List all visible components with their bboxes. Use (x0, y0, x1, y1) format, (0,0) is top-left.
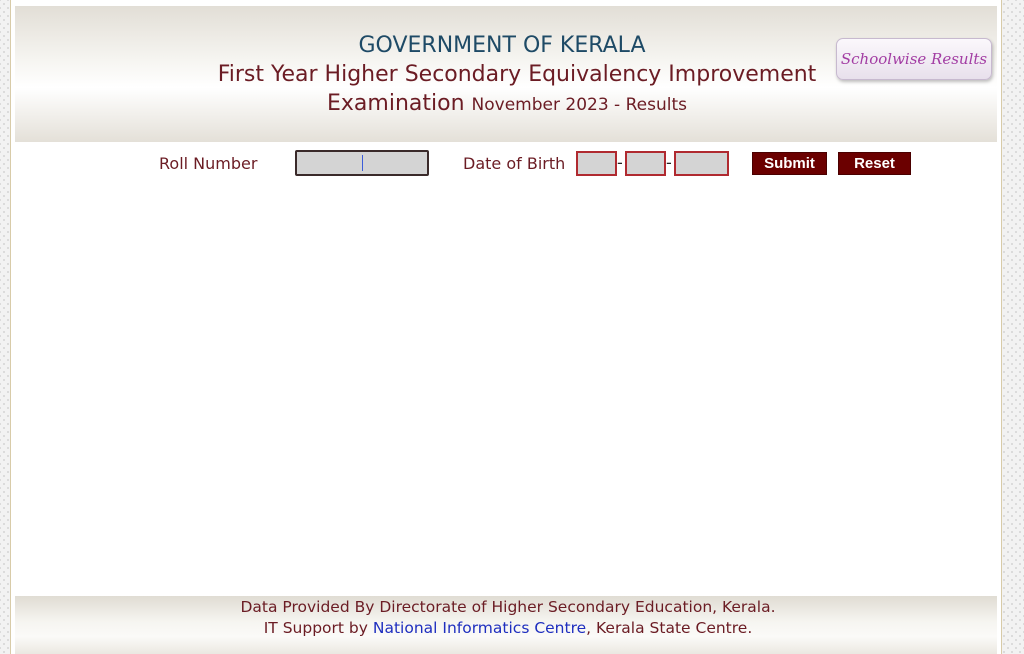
exam-title-session: November 2023 - Results (471, 95, 687, 115)
footer-it-support-prefix: IT Support by (263, 619, 368, 637)
nic-link[interactable]: National Informatics Centre (373, 619, 586, 637)
dob-separator: - (666, 153, 672, 172)
exam-title-line2: Examination November 2023 - Results (0, 91, 1014, 116)
dob-year-input[interactable] (674, 151, 729, 176)
dob-month-input[interactable] (625, 151, 666, 176)
footer-data-credit: Data Provided By Directorate of Higher S… (240, 598, 776, 616)
exam-title-main: Examination (327, 91, 465, 116)
footer-it-support-suffix: , Kerala State Centre. (586, 619, 753, 637)
text-cursor (362, 155, 363, 171)
footer-it-support: IT Support by National Informatics Centr… (0, 619, 1016, 637)
dob-day-input[interactable] (576, 151, 617, 176)
roll-number-label: Roll Number (159, 154, 258, 173)
reset-button[interactable]: Reset (838, 152, 911, 175)
result-form: Roll Number Date of Birth - - Submit Res… (0, 150, 1024, 180)
dob-label: Date of Birth (463, 154, 566, 173)
submit-button[interactable]: Submit (752, 152, 827, 175)
dob-separator: - (617, 153, 623, 172)
schoolwise-results-button[interactable]: Schoolwise Results (836, 38, 992, 80)
